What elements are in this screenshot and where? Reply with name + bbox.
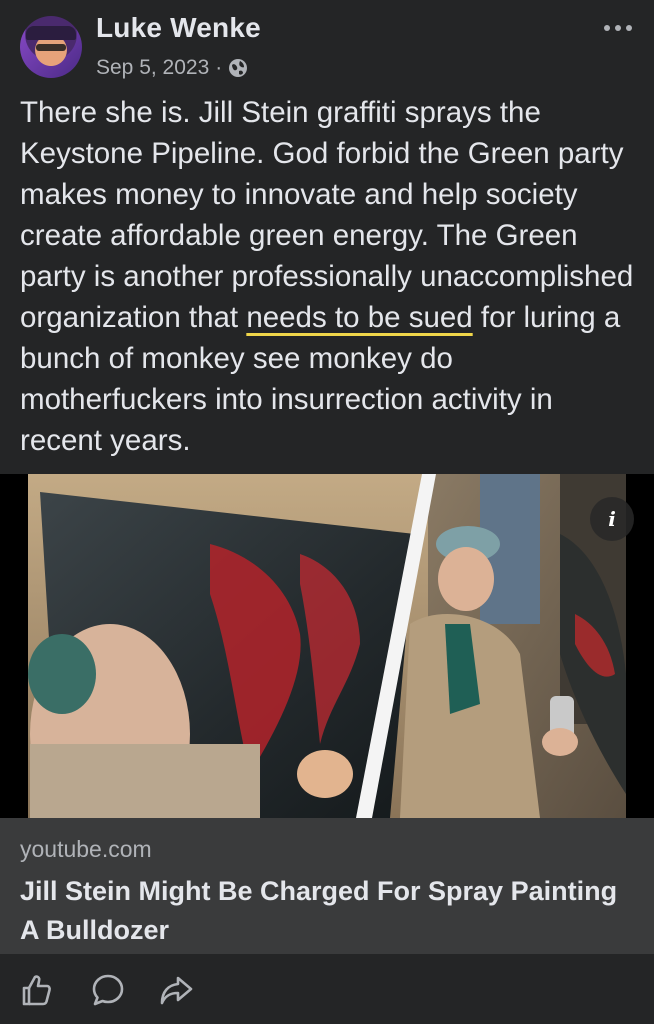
post-header: Luke Wenke Sep 5, 2023 · [0,0,654,90]
post-actions [0,954,654,1024]
comment-icon[interactable] [90,972,126,1008]
link-preview-card[interactable]: youtube.com Jill Stein Might Be Charged … [0,818,654,954]
meta-separator: · [215,56,223,79]
more-options-icon[interactable] [600,14,636,42]
post-text-part1: There she is. Jill Stein graffiti sprays… [20,96,634,334]
share-icon[interactable] [158,972,194,1008]
video-thumbnail-image [0,474,654,818]
like-icon[interactable] [18,972,54,1008]
video-thumbnail[interactable] [0,474,654,818]
avatar-glasses [36,44,66,51]
link-title: Jill Stein Might Be Charged For Spray Pa… [20,876,618,945]
post-date[interactable]: Sep 5, 2023 [96,56,209,80]
info-icon[interactable]: i [590,497,634,541]
globe-icon [229,59,248,77]
avatar-hat [26,26,76,40]
post-meta: Sep 5, 2023 · [96,56,248,80]
link-domain: youtube.com [20,836,152,862]
post-text-underlined: needs to be sued [246,301,473,334]
post-text: There she is. Jill Stein graffiti sprays… [20,92,636,461]
author-name[interactable]: Luke Wenke [96,12,261,44]
author-avatar[interactable] [20,16,82,78]
